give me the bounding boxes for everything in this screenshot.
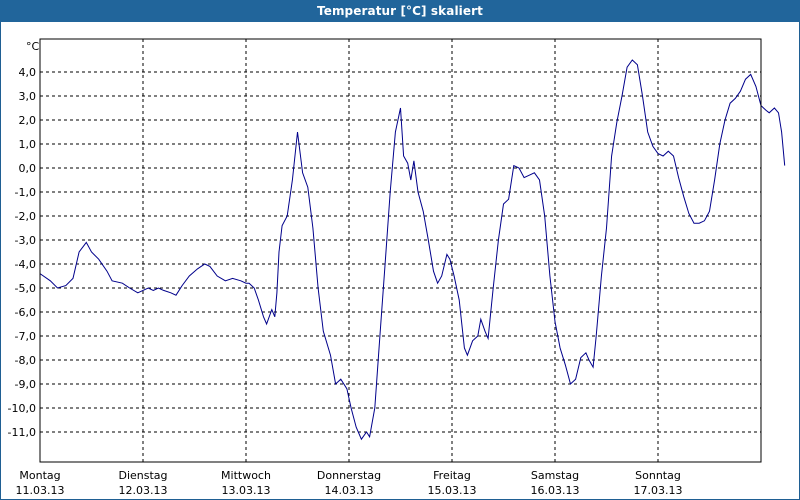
x-tick-date: 14.03.13 [325,484,374,497]
x-tick-date: 11.03.13 [16,484,65,497]
x-tick-date: 12.03.13 [119,484,168,497]
x-tick-day: Sonntag [635,469,681,482]
x-tick-labels: Montag 11.03.13 Dienstag 12.03.13 Mittwoch 13… [16,469,683,497]
temperature-line [39,59,786,441]
y-tick-label: 3,0 [19,90,37,103]
x-tick-day: Freitag [433,469,471,482]
y-tick-label: 0,0 [19,162,37,175]
plot-area [39,38,762,463]
x-tick-date: 15.03.13 [428,484,477,497]
y-tick-label: -1,0 [15,186,36,199]
y-tick-label: -11,0 [8,426,36,439]
x-tick-date: 13.03.13 [222,484,271,497]
x-tick-date: 16.03.13 [531,484,580,497]
x-tick-date: 17.03.13 [634,484,683,497]
y-tick-label: -9,0 [15,378,36,391]
y-tick-label: -8,0 [15,354,36,367]
y-tick-label: 2,0 [19,114,37,127]
y-tick-labels: 4,0 3,0 2,0 1,0 0,0 -1,0 -2,0 -3,0 -4,0 -5,0 -6,0 -… [8,66,36,439]
y-tick-label: -2,0 [15,210,36,223]
y-tick-label: 1,0 [19,138,37,151]
y-tick-label: 4,0 [19,66,37,79]
y-tick-label: -10,0 [8,402,36,415]
y-tick-label: -4,0 [15,258,36,271]
x-tick-day: Montag [19,469,60,482]
grid [40,39,761,462]
x-tick-day: Donnerstag [317,469,381,482]
y-axis-unit-label: °C [26,40,40,53]
temperature-chart: 4,0 3,0 2,0 1,0 0,0 -1,0 -2,0 -3,0 -4,0 -5,0 -6,0 -… [8,38,786,497]
y-tick-label: -5,0 [15,282,36,295]
x-tick-day: Mittwoch [221,469,271,482]
y-tick-label: -7,0 [15,330,36,343]
y-tick-label: -6,0 [15,306,36,319]
x-tick-day: Samstag [531,469,579,482]
y-tick-label: -3,0 [15,234,36,247]
x-tick-day: Dienstag [118,469,167,482]
